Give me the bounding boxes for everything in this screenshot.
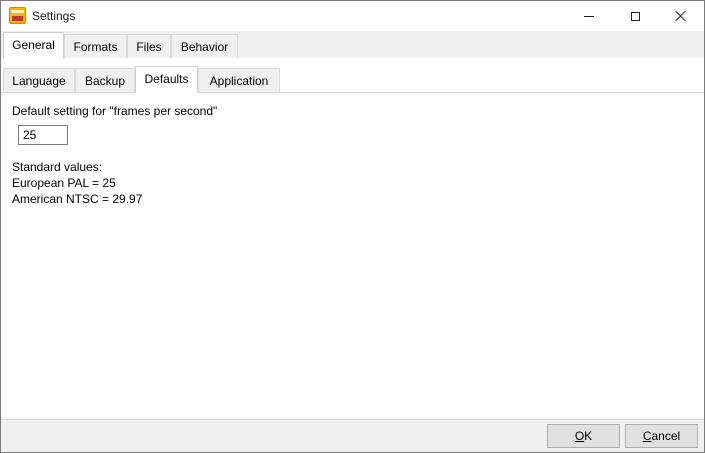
tab-behavior[interactable]: Behavior	[171, 34, 238, 58]
tab-general[interactable]: General	[3, 32, 64, 59]
tab-backup[interactable]: Backup	[75, 68, 135, 92]
title-bar[interactable]: Settings	[1, 1, 704, 31]
ok-label-rest: K	[584, 429, 593, 443]
tab-application[interactable]: Application	[198, 68, 280, 92]
fps-input[interactable]	[18, 125, 68, 145]
ok-mnemonic: O	[574, 429, 585, 443]
dialog-footer: OK Cancel	[1, 419, 704, 452]
standard-values-heading: Standard values:	[12, 160, 103, 174]
ntsc-value-text: American NTSC = 29.97	[12, 192, 143, 206]
ok-button[interactable]: OK	[547, 424, 620, 448]
outer-tab-strip: General Formats Files Behavior	[1, 31, 704, 59]
pal-value-text: European PAL = 25	[12, 176, 116, 190]
tab-files[interactable]: Files	[127, 34, 171, 58]
settings-window: Settings General Formats Files Behavior …	[0, 0, 705, 453]
tab-defaults[interactable]: Defaults	[135, 66, 198, 93]
cancel-label-rest: ancel	[651, 429, 681, 443]
maximize-button[interactable]	[612, 1, 658, 31]
close-icon	[675, 10, 687, 22]
maximize-icon	[630, 11, 640, 21]
window-title: Settings	[32, 9, 76, 23]
inner-tab-strip: Language Backup Defaults Application	[1, 58, 704, 93]
fps-label: Default setting for "frames per second"	[12, 104, 218, 118]
minimize-icon	[584, 15, 594, 17]
tab-language[interactable]: Language	[3, 68, 75, 92]
defaults-panel: Default setting for "frames per second" …	[1, 93, 704, 419]
app-logo-icon	[9, 7, 26, 24]
minimize-button[interactable]	[566, 1, 612, 31]
cancel-button[interactable]: Cancel	[625, 424, 698, 448]
tab-formats[interactable]: Formats	[64, 34, 127, 58]
close-button[interactable]	[658, 1, 704, 31]
